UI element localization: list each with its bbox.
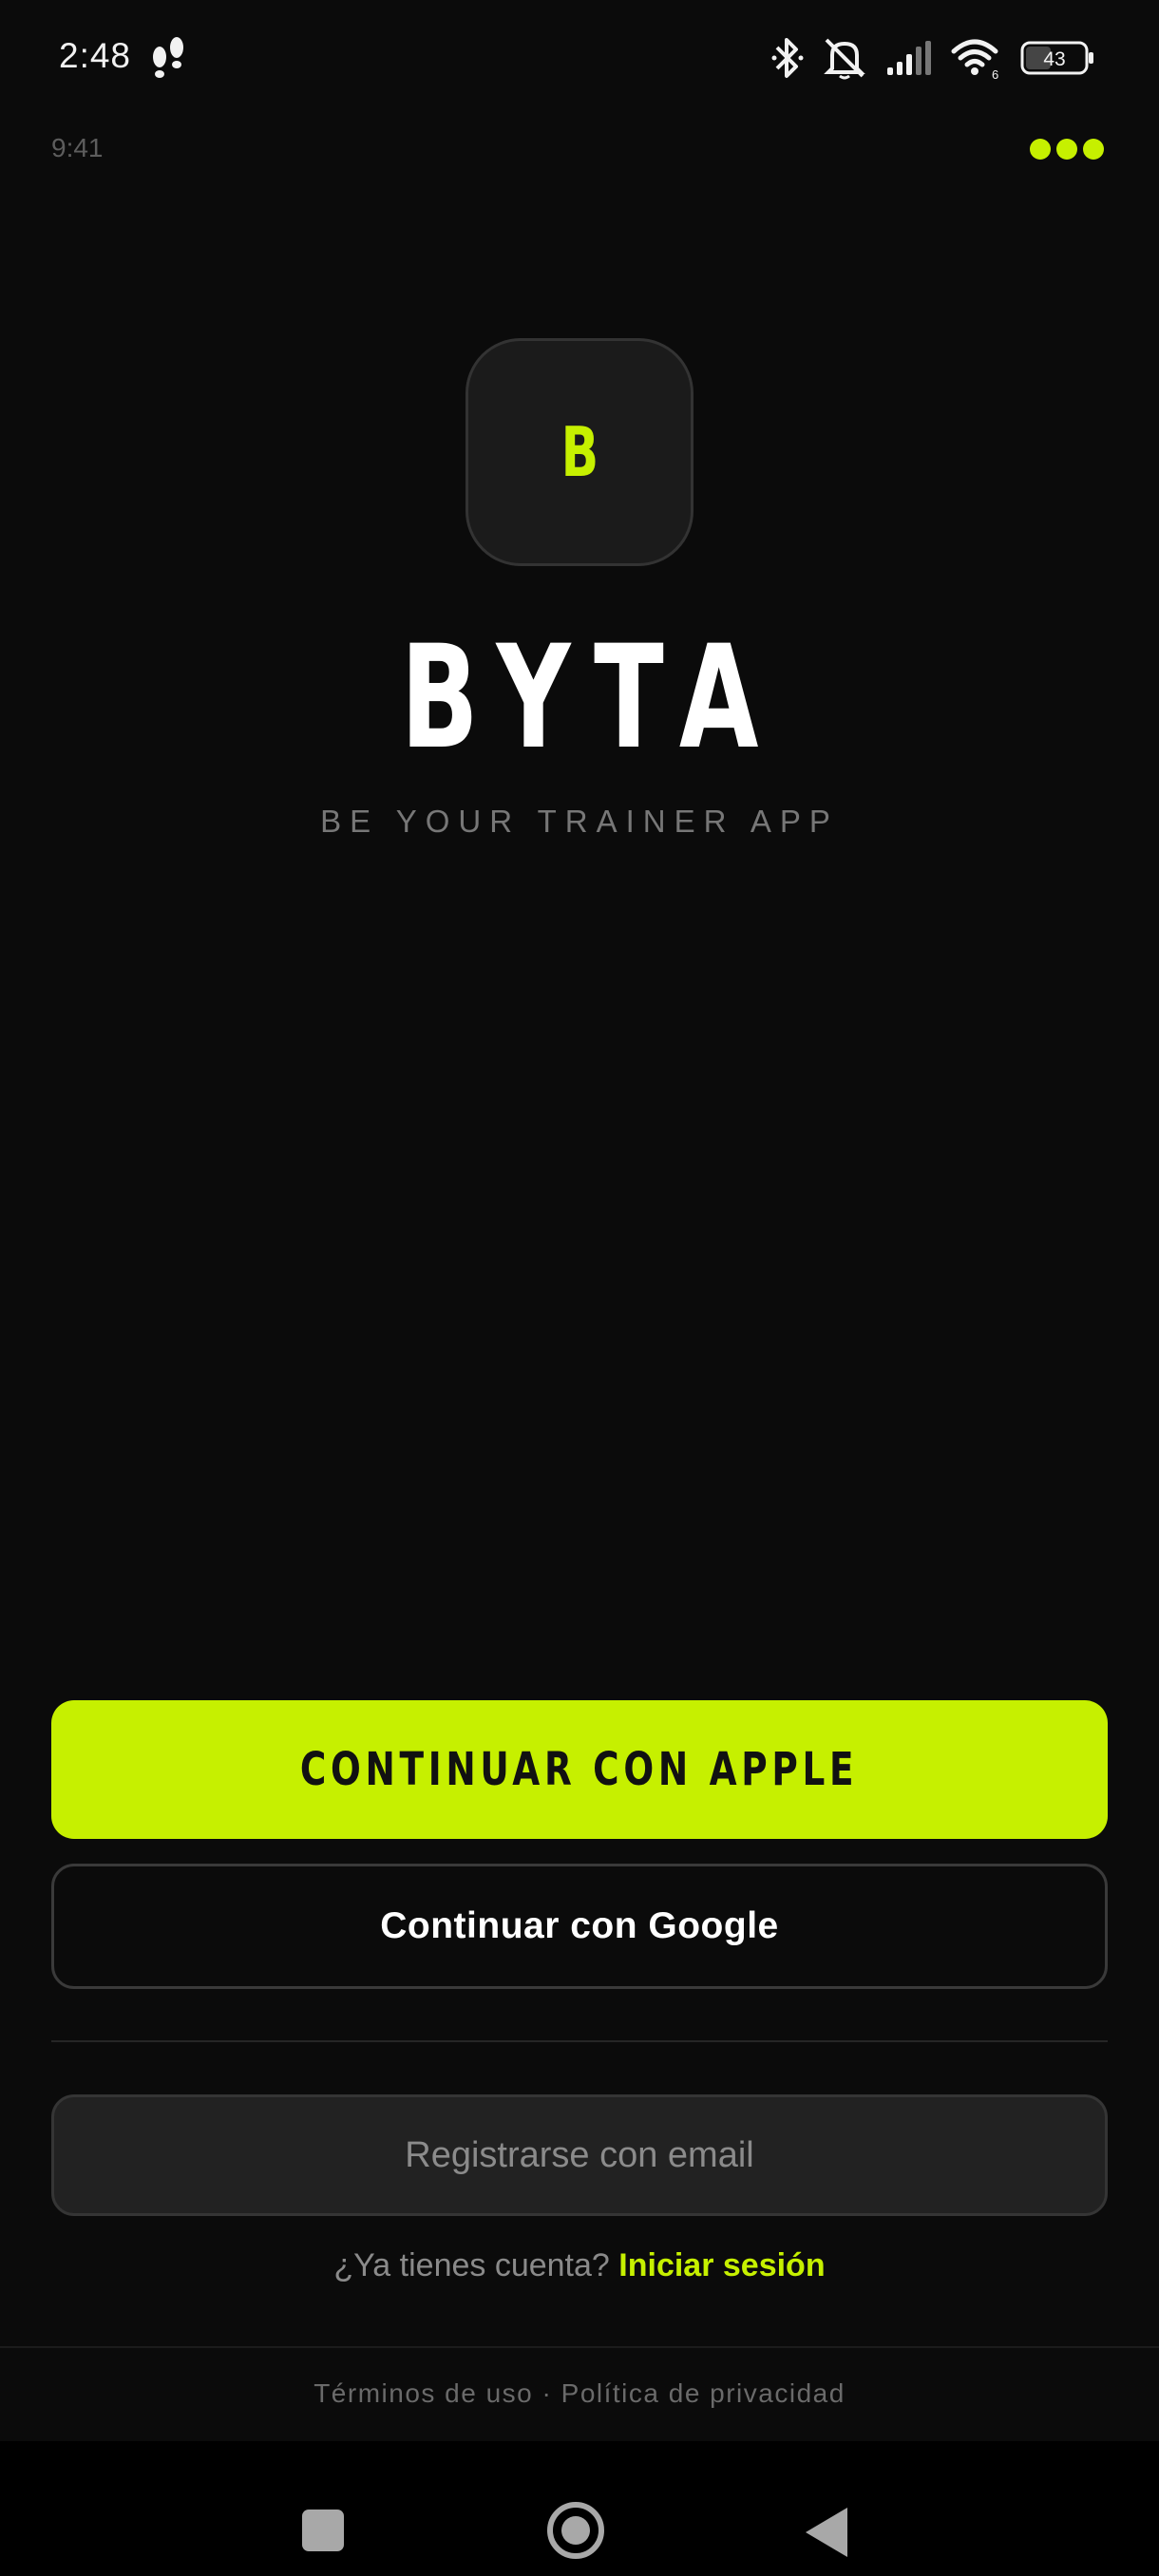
battery-level: 43: [1043, 48, 1065, 70]
login-prompt: ¿Ya tienes cuenta?: [333, 2247, 610, 2283]
wifi-icon: 6: [951, 39, 998, 80]
register-with-email-button[interactable]: Registrarse con email: [51, 2094, 1108, 2216]
dot: [1083, 139, 1104, 160]
steps-icon: [153, 37, 183, 78]
system-nav-bar: [0, 2441, 1159, 2576]
terms-link[interactable]: Términos de uso: [314, 2378, 533, 2408]
mute-icon: [824, 38, 865, 80]
apple-button-label: CONTINUAR CON APPLE: [300, 1743, 859, 1796]
footer-links: Términos de uso · Política de privacidad: [0, 2378, 1159, 2409]
back-icon[interactable]: [806, 2508, 847, 2557]
login-row: ¿Ya tienes cuenta? Iniciar sesión: [0, 2247, 1159, 2284]
wifi-badge: 6: [992, 67, 998, 80]
dot: [1056, 139, 1077, 160]
email-button-label: Registrarse con email: [405, 2134, 754, 2175]
welcome-screen: 2:48 6 43 9:41 B BYTA BE YOUR TRAINER AP…: [0, 0, 1159, 2576]
dot: [1030, 139, 1051, 160]
status-bar: 2:48 6 43: [0, 0, 1159, 118]
recents-icon[interactable]: [302, 2510, 344, 2551]
divider: [51, 2040, 1108, 2042]
brand-title: BYTA: [400, 616, 782, 781]
app-header-time: 9:41: [51, 133, 104, 162]
status-time: 2:48: [59, 36, 132, 75]
footer-divider: [0, 2346, 1159, 2348]
logo-letter: B: [560, 412, 598, 492]
google-button-label: Continuar con Google: [380, 1905, 779, 1946]
login-link[interactable]: Iniciar sesión: [618, 2247, 825, 2283]
more-dots-icon[interactable]: [1030, 139, 1104, 160]
app-logo: B: [466, 338, 694, 566]
brand-tagline: BE YOUR TRAINER APP: [320, 804, 839, 839]
home-icon[interactable]: [547, 2502, 604, 2559]
bluetooth-icon: [771, 38, 804, 78]
continue-with-google-button[interactable]: Continuar con Google: [51, 1864, 1108, 1989]
footer-separator: ·: [533, 2378, 561, 2408]
continue-with-apple-button[interactable]: CONTINUAR CON APPLE: [51, 1700, 1108, 1839]
status-icons: 6 43: [771, 34, 1094, 82]
battery-icon: 43: [1020, 41, 1093, 75]
privacy-link[interactable]: Política de privacidad: [561, 2378, 846, 2408]
signal-icon: [887, 41, 931, 75]
